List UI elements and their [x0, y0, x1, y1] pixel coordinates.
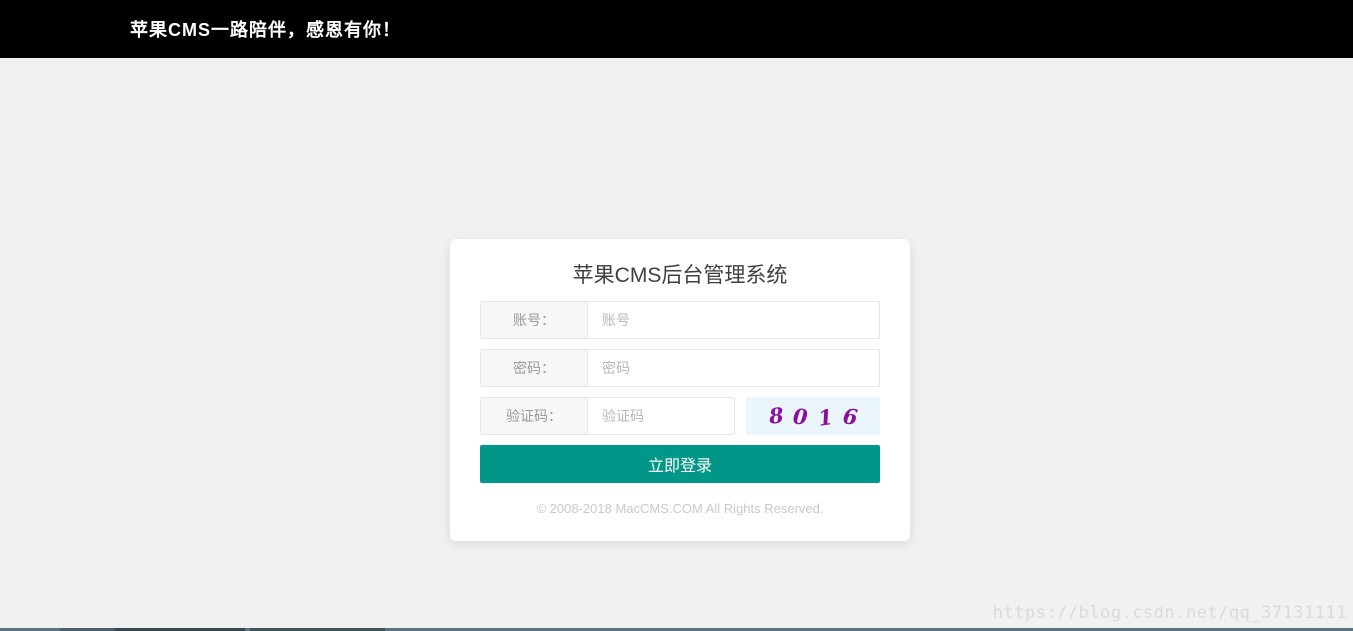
copyright-text: © 2008-2018 MacCMS.COM All Rights Reserv… [480, 501, 880, 516]
top-announcement-bar: 苹果CMS一路陪伴，感恩有你！ [0, 0, 1353, 58]
captcha-label: 验证码： [481, 398, 588, 434]
captcha-field-row: 验证码： [480, 397, 735, 435]
captcha-row: 验证码： 8 0 1 6 [480, 397, 880, 435]
password-label: 密码： [481, 350, 588, 386]
account-input[interactable] [588, 302, 879, 338]
captcha-digit: 1 [816, 404, 834, 431]
captcha-input[interactable] [588, 398, 735, 434]
csdn-watermark: https://blog.csdn.net/qq_37131111 [993, 603, 1347, 623]
password-input[interactable] [588, 350, 879, 386]
announcement-text: 苹果CMS一路陪伴，感恩有你！ [130, 16, 401, 42]
login-card: 苹果CMS后台管理系统 账号： 密码： 验证码： 8 0 1 6 立即登录 © … [450, 239, 910, 541]
login-title: 苹果CMS后台管理系统 [480, 260, 880, 291]
password-field-row: 密码： [480, 349, 880, 387]
captcha-digit: 0 [793, 403, 809, 429]
captcha-image[interactable]: 8 0 1 6 [746, 397, 880, 435]
account-field-row: 账号： [480, 301, 880, 339]
captcha-digit: 8 [767, 402, 784, 428]
account-label: 账号： [481, 302, 588, 338]
captcha-digit: 6 [841, 403, 858, 429]
login-button[interactable]: 立即登录 [480, 445, 880, 483]
